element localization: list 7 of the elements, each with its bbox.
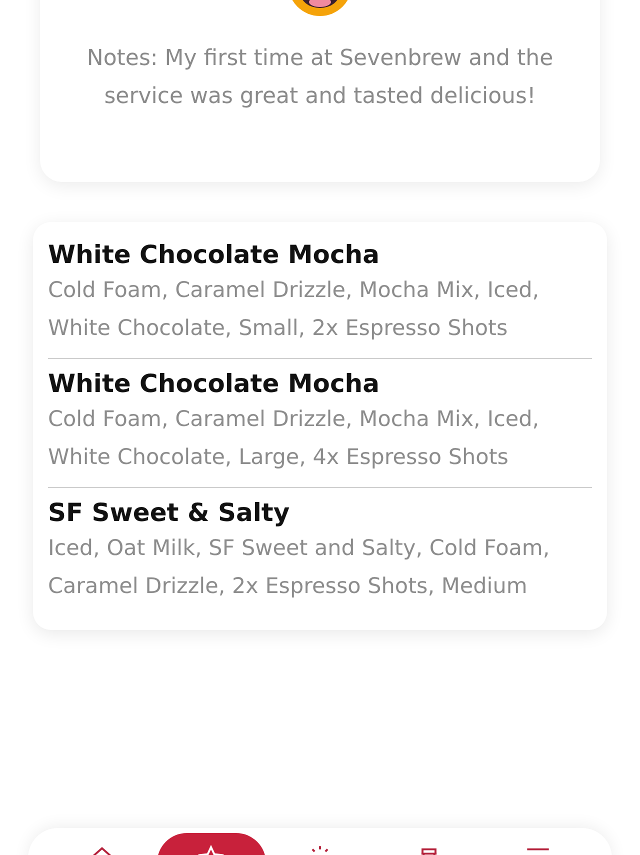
drink-details: Iced, Oat Milk, SF Sweet and Salty, Cold Foam, Caramel Drizzle, 2x Espresso Shots, Medium — [48, 535, 551, 601]
drink-details: Cold Foam, Caramel Drizzle, Mocha Mix, Iced, White Chocolate, Large, 4x Espresso Shots — [48, 406, 540, 472]
drink-name: White Chocolate Mocha — [48, 368, 380, 400]
notes-text: Notes: My first time at Sevenbrew and the service was great and tasted delicious! — [86, 45, 554, 111]
drink-details: Cold Foam, Caramel Drizzle, Mocha Mix, Iced, White Chocolate, Small, 2x Espresso Shots — [48, 277, 540, 343]
drink-name: SF Sweet & Salty — [48, 497, 291, 529]
drink-name: White Chocolate Mocha — [48, 239, 380, 271]
